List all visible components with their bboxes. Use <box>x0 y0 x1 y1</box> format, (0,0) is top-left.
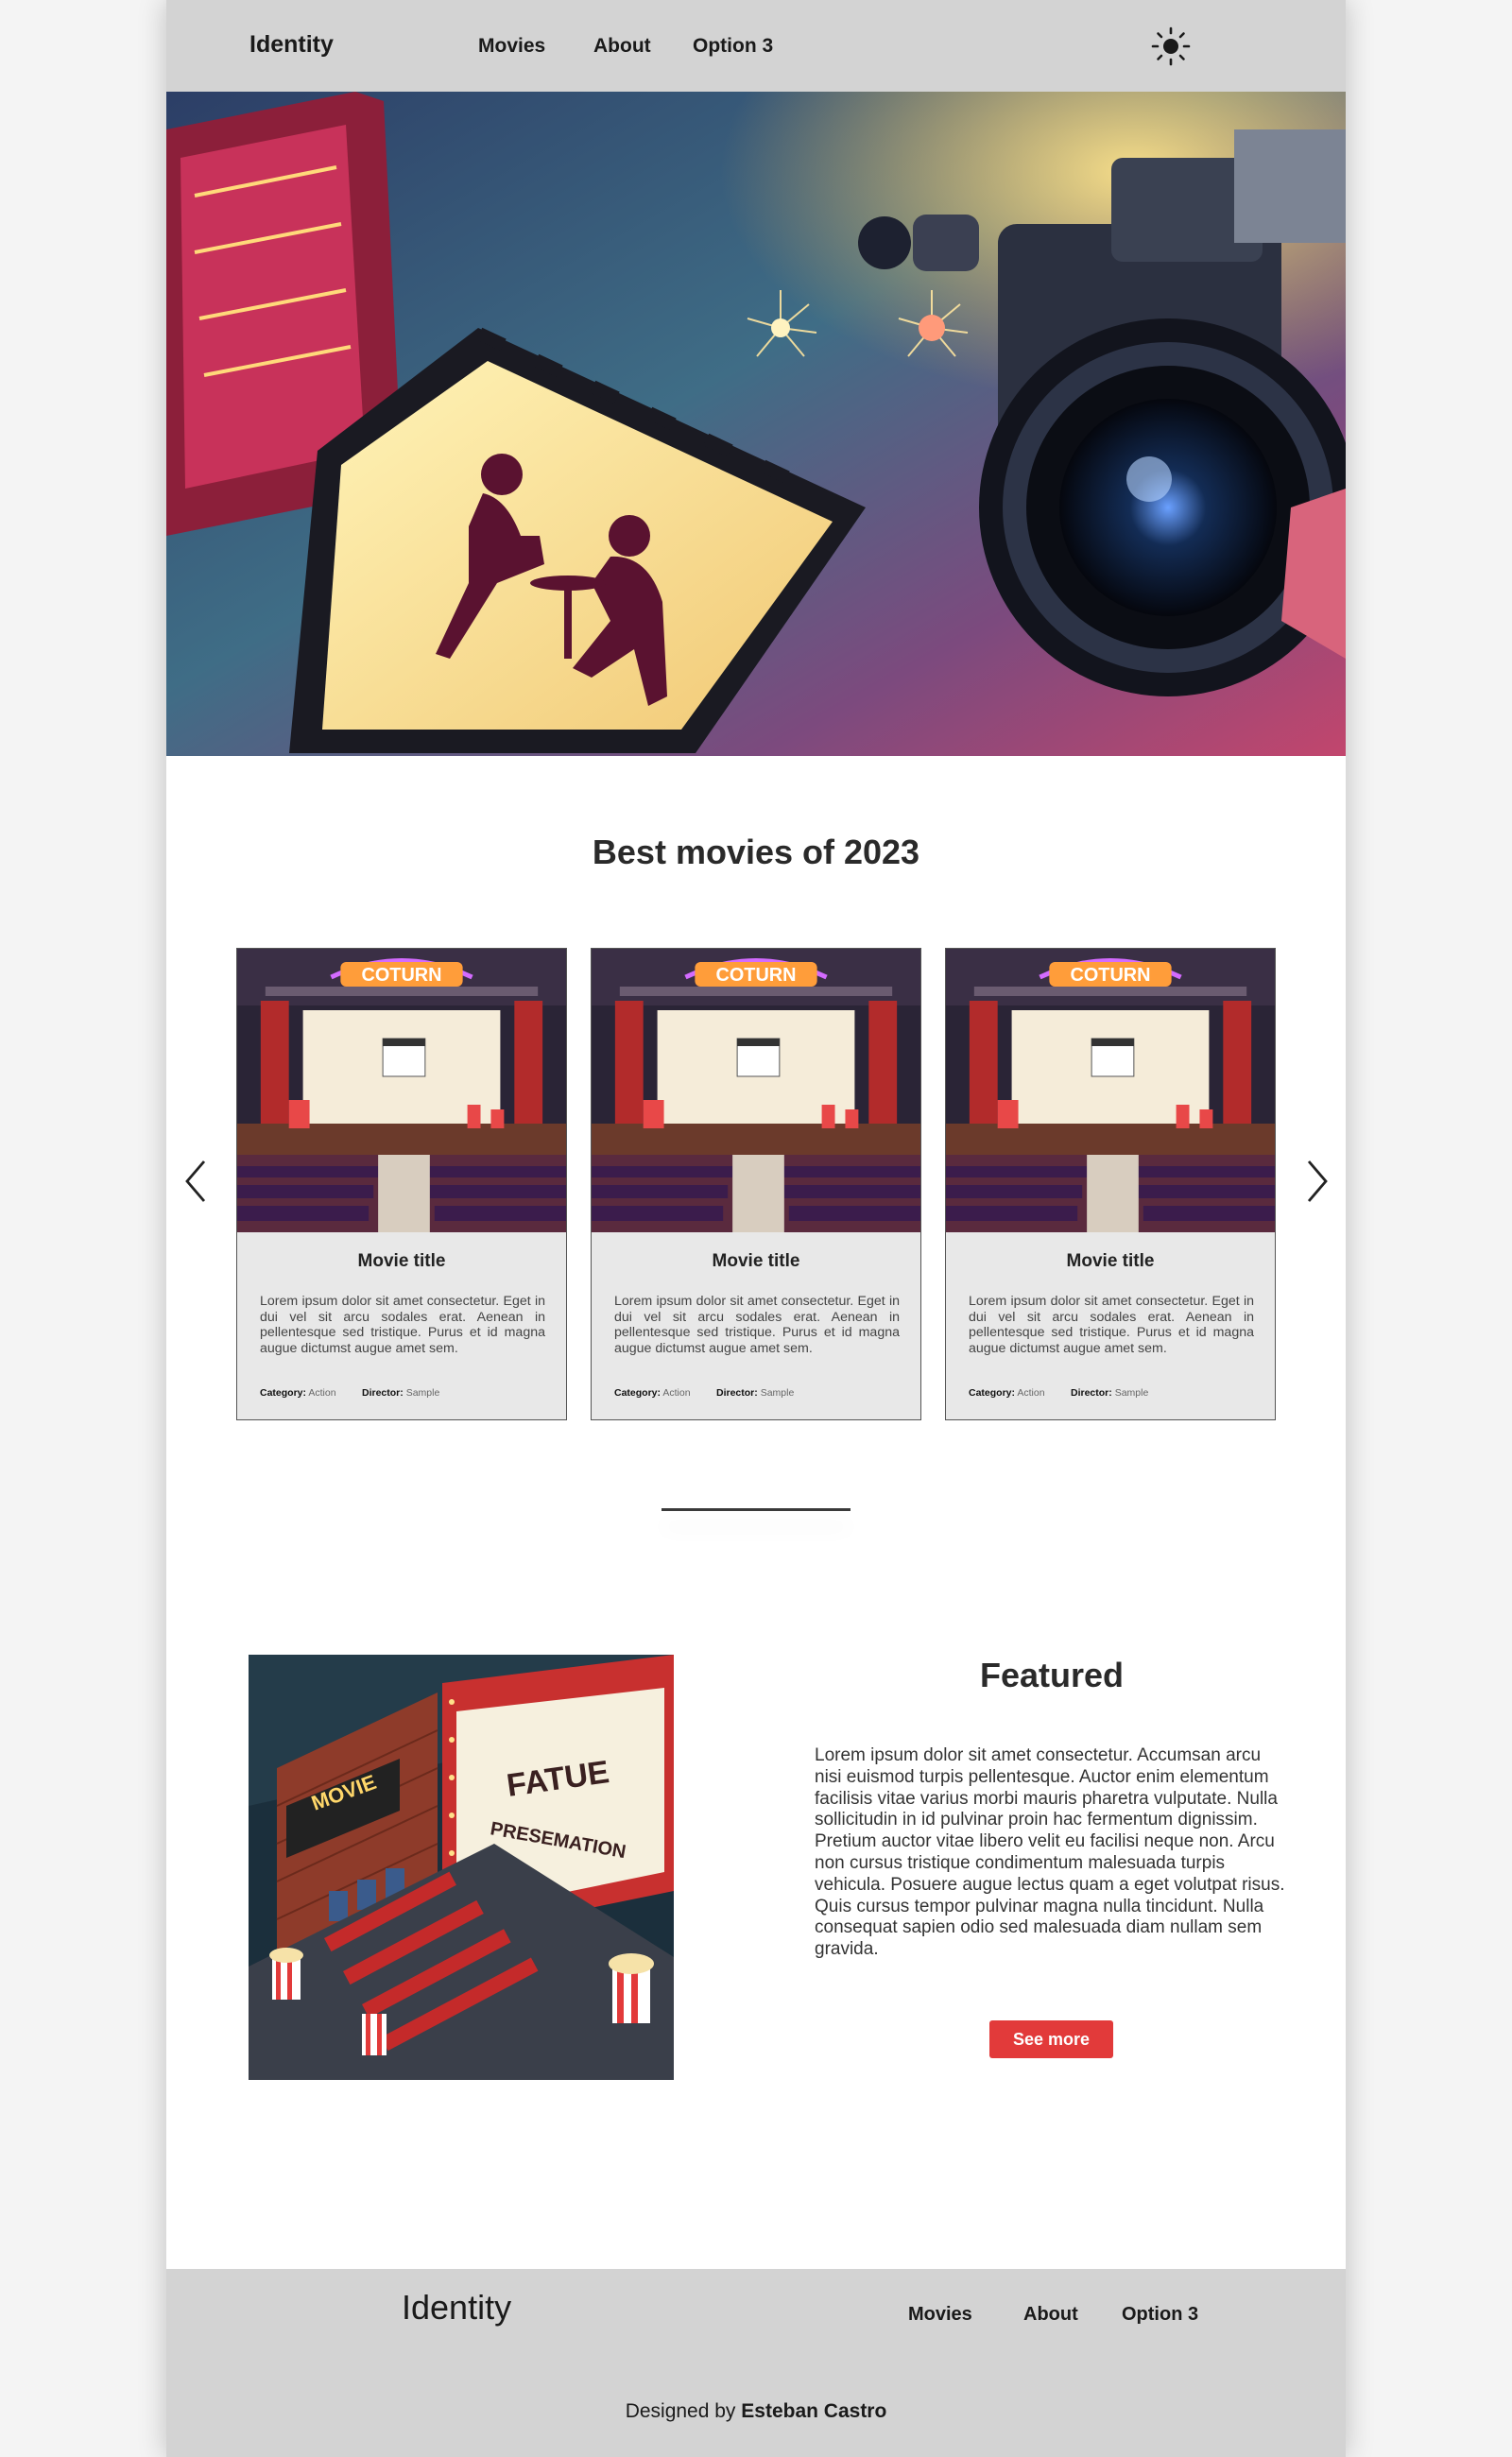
director-label: Director: <box>716 1387 758 1399</box>
movie-card-meta: Category: Action Director: Sample <box>260 1387 545 1399</box>
category-label: Category: <box>614 1387 662 1399</box>
svg-text:COTURN: COTURN <box>361 965 441 986</box>
director-value: Sample <box>760 1387 795 1399</box>
best-movies-title: Best movies of 2023 <box>592 833 920 871</box>
movie-card-description: Lorem ipsum dolor sit amet consectetur. … <box>614 1294 900 1356</box>
carousel-next-button[interactable] <box>1297 1158 1335 1205</box>
category-label: Category: <box>260 1387 307 1399</box>
svg-text:COTURN: COTURN <box>1070 965 1150 986</box>
category-value: Action <box>308 1387 336 1399</box>
credit-prefix: Designed by <box>625 2400 742 2422</box>
category-value: Action <box>662 1387 691 1399</box>
movie-card-description: Lorem ipsum dolor sit amet consectetur. … <box>969 1294 1254 1356</box>
movie-card-image: COTURN <box>237 949 566 1232</box>
footer-link-movies[interactable]: Movies <box>908 2304 972 2326</box>
director-value: Sample <box>1114 1387 1149 1399</box>
chevron-left-icon <box>185 1160 206 1202</box>
footer-link-about[interactable]: About <box>1023 2304 1078 2326</box>
movie-card[interactable]: COTURN Movie title Lorem ipsum dolor sit… <box>945 948 1276 1420</box>
footer-brand[interactable]: Identity <box>402 2288 511 2328</box>
category-label: Category: <box>969 1387 1016 1399</box>
footer: Identity Movies About Option 3 Designed … <box>166 2269 1346 2457</box>
category-value: Action <box>1017 1387 1045 1399</box>
director-label: Director: <box>362 1387 404 1399</box>
movie-card-description: Lorem ipsum dolor sit amet consectetur. … <box>260 1294 545 1356</box>
page: Identity Movies About Option 3 Best movi… <box>166 0 1346 2457</box>
credit-author: Esteban Castro <box>741 2400 887 2422</box>
movie-card-title: Movie title <box>357 1251 446 1271</box>
carousel-prev-button[interactable] <box>178 1158 215 1205</box>
featured-title: Featured <box>979 1656 1125 1694</box>
movie-card-meta: Category: Action Director: Sample <box>969 1387 1254 1399</box>
movie-card-meta: Category: Action Director: Sample <box>614 1387 900 1399</box>
movie-card[interactable]: COTURN Movie title Lorem ipsum dolor sit… <box>591 948 921 1420</box>
sun-icon <box>1151 26 1191 66</box>
nav-link-movies[interactable]: Movies <box>478 35 545 58</box>
nav-link-option-3[interactable]: Option 3 <box>693 35 773 58</box>
svg-text:COTURN: COTURN <box>715 965 796 986</box>
nav-link-about[interactable]: About <box>593 35 651 58</box>
movie-card-image: COTURN <box>592 949 920 1232</box>
movie-card-title: Movie title <box>1066 1251 1155 1271</box>
top-nav: Identity Movies About Option 3 <box>166 0 1346 92</box>
hero-image <box>166 92 1346 756</box>
movie-card-image: COTURN <box>946 949 1275 1232</box>
see-more-button[interactable]: See more <box>989 2020 1113 2058</box>
footer-link-option-3[interactable]: Option 3 <box>1122 2304 1198 2326</box>
theme-toggle-button[interactable] <box>1150 26 1192 67</box>
director-value: Sample <box>405 1387 440 1399</box>
featured-description: Lorem ipsum dolor sit amet consectetur. … <box>815 1745 1285 1960</box>
featured-image: MOVIE FATUE PRESEMATION <box>249 1655 674 2080</box>
director-label: Director: <box>1071 1387 1112 1399</box>
movie-card-title: Movie title <box>712 1251 800 1271</box>
chevron-right-icon <box>1307 1160 1328 1202</box>
movie-card[interactable]: COTURN Movie title Lorem ipsum dolor sit… <box>236 948 567 1420</box>
footer-credit: Designed by Esteban Castro <box>166 2400 1346 2423</box>
section-divider <box>662 1508 850 1511</box>
brand-logo[interactable]: Identity <box>249 31 334 59</box>
